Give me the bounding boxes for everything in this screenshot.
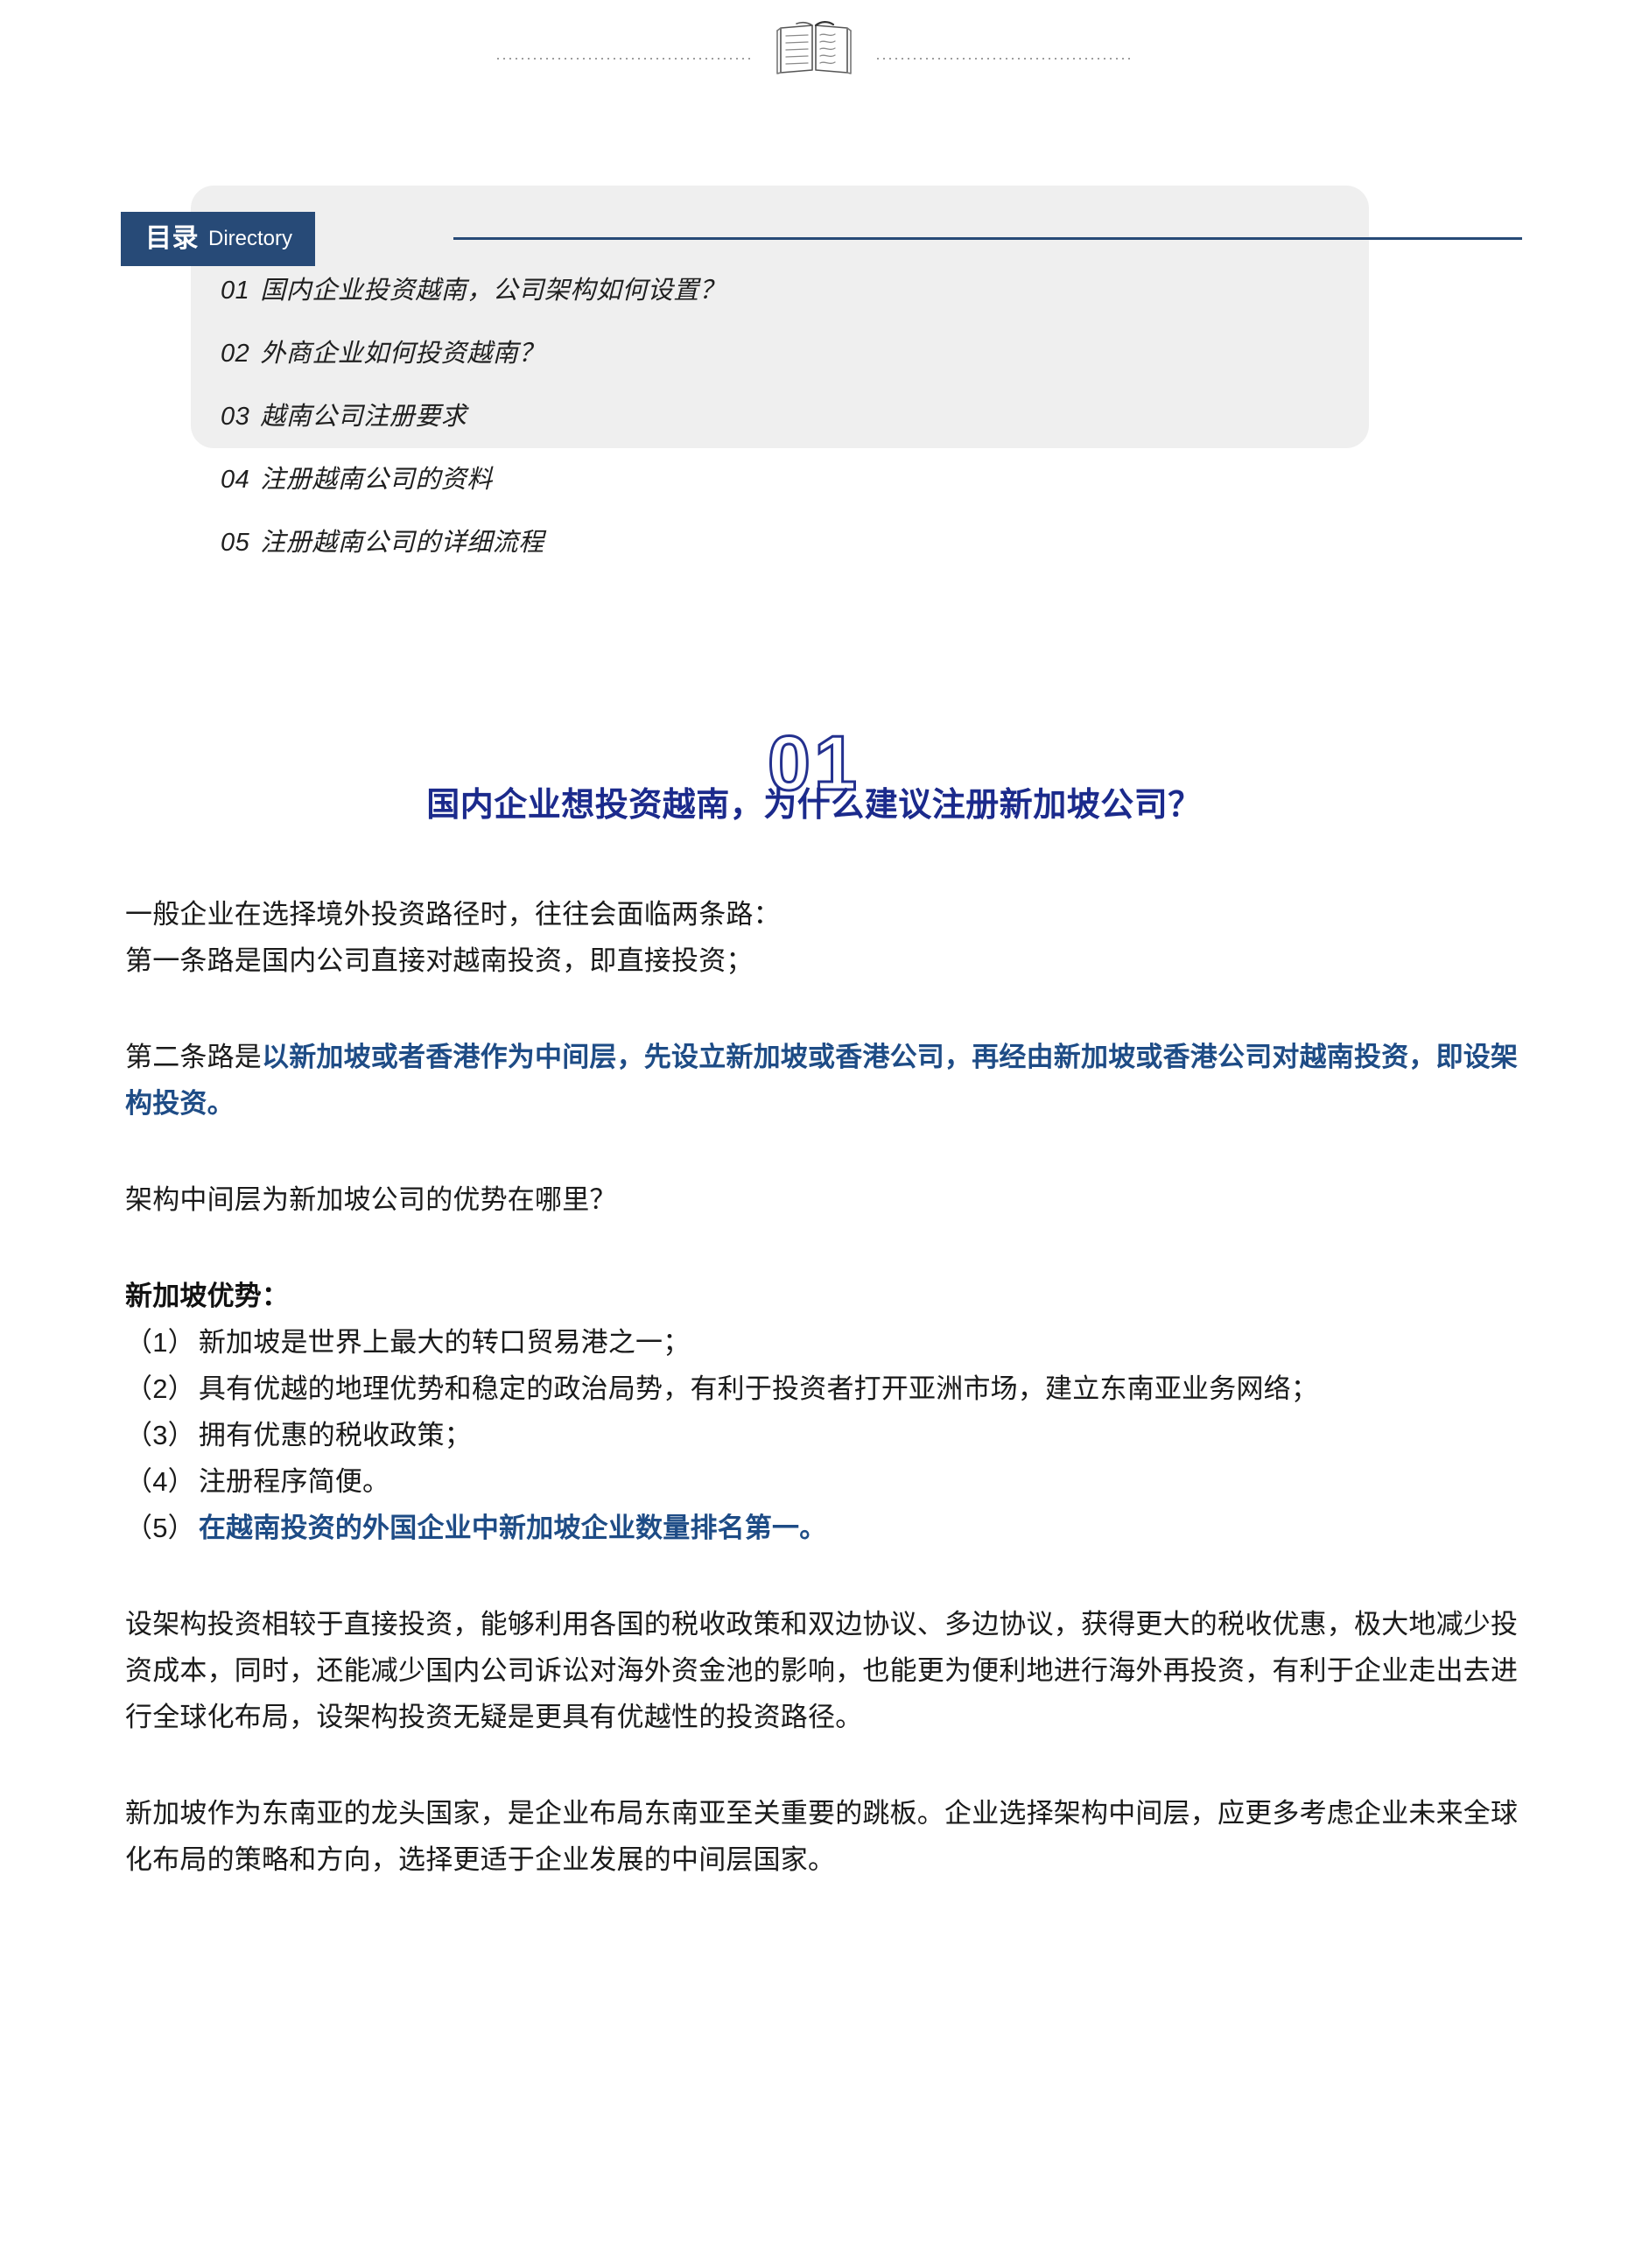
advantage-text: 具有优越的地理优势和稳定的政治局势，有利于投资者打开亚洲市场，建立东南亚业务网络…	[198, 1373, 1319, 1404]
advantage-item-1: （1） 新加坡是世界上最大的转口贸易港之一；	[125, 1319, 1526, 1366]
advantage-item-3: （3） 拥有优惠的税收政策；	[125, 1412, 1526, 1458]
directory-item-label: 国内企业投资越南，公司架构如何设置？	[260, 277, 726, 305]
directory-item-03[interactable]: 03 越南公司注册要求	[221, 404, 1348, 430]
directory-item-number: 03	[221, 403, 250, 431]
directory-card: 目录 Directory 01 国内企业投资越南，公司架构如何设置？ 02 外商企业…	[121, 186, 1522, 556]
directory-badge-cn: 目录	[145, 224, 199, 253]
paragraph-structure-benefits: 设架构投资相较于直接投资，能够利用各国的税收政策和双边协议、多边协议，获得更大的…	[125, 1609, 1519, 1732]
paragraph-second-path: 第二条路是以新加坡或者香港作为中间层，先设立新加坡或香港公司，再经由新加坡或香港…	[125, 1034, 1526, 1127]
directory-item-number: 02	[221, 340, 250, 368]
advantages-title: 新加坡优势：	[125, 1281, 290, 1311]
paragraph-intro-line1: 一般企业在选择境外投资路径时，往往会面临两条路：	[125, 899, 781, 930]
advantage-item-2: （2） 具有优越的地理优势和稳定的政治局势，有利于投资者打开亚洲市场，建立东南亚业…	[125, 1366, 1526, 1412]
advantage-label: （2）	[125, 1373, 195, 1404]
advantage-label: （1）	[125, 1327, 195, 1358]
directory-item-number: 05	[221, 529, 250, 557]
advantage-text: 新加坡是世界上最大的转口贸易港之一；	[198, 1327, 691, 1358]
directory-item-label: 越南公司注册要求	[260, 403, 467, 431]
advantage-label: （3）	[125, 1420, 195, 1450]
advantage-text: 在越南投资的外国企业中新加坡企业数量排名第一。	[198, 1513, 827, 1543]
dotted-rule-right	[877, 58, 1131, 60]
paragraph-question: 架构中间层为新加坡公司的优势在哪里？	[125, 1184, 617, 1215]
paragraph-intro-line2: 第一条路是国内公司直接对越南投资，即直接投资；	[125, 945, 754, 976]
advantage-item-5: （5） 在越南投资的外国企业中新加坡企业数量排名第一。	[125, 1505, 1526, 1551]
directory-item-number: 04	[221, 466, 250, 494]
advantage-text: 拥有优惠的税收政策；	[198, 1420, 472, 1450]
advantage-label: （4）	[125, 1466, 195, 1497]
advantage-text: 注册程序简便。	[198, 1466, 390, 1497]
page-title: 国内企业想投资越南，为什么建议注册新加坡公司？	[426, 787, 1202, 824]
advantage-label: （5）	[125, 1513, 195, 1543]
second-path-emphasis: 以新加坡或者香港作为中间层，先设立新加坡或香港公司，再经由新加坡或香港公司对越南…	[125, 1042, 1519, 1119]
directory-item-label: 外商企业如何投资越南？	[260, 340, 544, 368]
directory-item-05[interactable]: 05 注册越南公司的详细流程	[221, 530, 1348, 556]
dotted-rule-left	[497, 58, 751, 60]
directory-item-01[interactable]: 01 国内企业投资越南，公司架构如何设置？	[221, 278, 1348, 304]
open-book-icon	[776, 21, 852, 74]
directory-badge-rule	[453, 237, 1522, 240]
second-path-lead: 第二条路是	[125, 1042, 262, 1072]
page-header-ornament	[0, 16, 1628, 79]
article-body: 一般企业在选择境外投资路径时，往往会面临两条路： 第一条路是国内公司直接对越南投…	[125, 891, 1526, 1883]
directory-item-number: 01	[221, 277, 250, 305]
paragraph-conclusion: 新加坡作为东南亚的龙头国家，是企业布局东南亚至关重要的跳板。企业选择架构中间层，…	[125, 1798, 1519, 1875]
directory-item-04[interactable]: 04 注册越南公司的资料	[221, 467, 1348, 493]
section-heading: 01 国内企业想投资越南，为什么建议注册新加坡公司？	[0, 723, 1628, 839]
directory-badge: 目录 Directory	[121, 212, 316, 266]
directory-list: 01 国内企业投资越南，公司架构如何设置？ 02 外商企业如何投资越南？ 03 越南公…	[221, 278, 1348, 593]
advantage-item-4: （4） 注册程序简便。	[125, 1458, 1526, 1505]
directory-item-02[interactable]: 02 外商企业如何投资越南？	[221, 341, 1348, 367]
directory-item-label: 注册越南公司的详细流程	[260, 529, 544, 557]
directory-item-label: 注册越南公司的资料	[260, 466, 493, 494]
directory-badge-en: Directory	[208, 227, 293, 250]
